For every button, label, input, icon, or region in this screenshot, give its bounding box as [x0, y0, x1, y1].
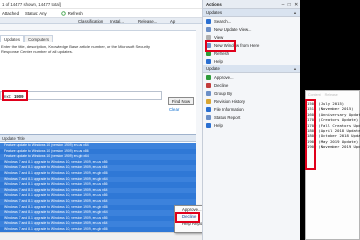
file-icon [206, 106, 211, 112]
group-icon [206, 90, 211, 96]
column-classification[interactable]: Classification [78, 19, 103, 24]
maximize-button[interactable]: □ [288, 2, 291, 8]
history-icon [206, 98, 211, 104]
search-results: Update Title Feature update to Windows 1… [0, 134, 196, 240]
action-label: Status Report [214, 114, 241, 120]
action-search[interactable]: Search... [203, 17, 300, 25]
new-view-icon [206, 26, 211, 32]
help-icon [206, 58, 211, 64]
highlight-search-field [2, 90, 28, 101]
action-label: Revision History [214, 98, 246, 104]
close-button[interactable]: ✕ [294, 2, 298, 8]
column-release[interactable]: Release... [138, 19, 157, 24]
section-updates-label: Updates [206, 10, 223, 15]
decline-icon [206, 82, 211, 88]
action-decline[interactable]: Decline [203, 81, 300, 89]
action-label: Help [214, 122, 223, 128]
action-new-update-view[interactable]: New Update View... [203, 25, 300, 33]
action-label: Decline [214, 82, 229, 88]
action-file-information[interactable]: File Information [203, 105, 300, 113]
report-icon [206, 114, 211, 120]
screenshot-stage: 1 of 14477 shown, 14477 total] Attached … [0, 0, 360, 240]
tab-computers[interactable]: Computers [24, 35, 54, 42]
results-header[interactable]: Update Title [0, 135, 196, 142]
action-approve[interactable]: Approve... [203, 73, 300, 81]
popup-header-content: Content [308, 93, 321, 97]
column-approval[interactable]: Ap [170, 19, 175, 24]
highlight-search-action [205, 40, 236, 52]
window-title: 1 of 14477 shown, 14477 total] [0, 0, 202, 9]
section-update-label: Update [206, 66, 220, 71]
window-controls: – □ ✕ [280, 0, 300, 9]
search-instructions: Enter the title, description, Knowledge … [1, 44, 150, 54]
action-label: View [214, 34, 224, 40]
action-revision-history[interactable]: Revision History [203, 97, 300, 105]
view-icon [206, 34, 211, 40]
refresh-label: Refresh [67, 10, 83, 16]
column-installed[interactable]: Instal... [110, 19, 124, 24]
action-label: Approve... [214, 74, 234, 80]
clear-link[interactable]: Clear [169, 107, 179, 112]
tab-updates[interactable]: Updates [0, 35, 25, 42]
actions-section-update[interactable]: Update ▴ [203, 65, 300, 73]
action-status-report[interactable]: Status Report [203, 113, 300, 121]
column-header-row: Classification Instal... Release... Ap [0, 18, 202, 24]
action-label: Group By [214, 90, 233, 96]
search-icon [206, 18, 211, 24]
minimize-button[interactable]: – [282, 2, 285, 8]
action-label: File Information [214, 106, 244, 112]
find-now-button[interactable]: Find Now [168, 97, 194, 105]
highlight-context-decline [175, 212, 200, 223]
actions-section-updates[interactable]: Updates ▴ [203, 9, 300, 17]
version-name: (November 2019 Update) [318, 144, 360, 150]
highlight-version-codes [305, 99, 316, 170]
actions-pane: Actions Updates ▴ Search... New Update Vi… [202, 0, 300, 240]
collapse-caret-icon[interactable]: ▴ [294, 9, 296, 17]
collapse-caret-icon[interactable]: ▴ [294, 65, 296, 73]
wsus-console: 1 of 14477 shown, 14477 total] Attached … [0, 0, 202, 240]
update-actions-list: Approve... Decline Group By Revision Histor… [203, 73, 300, 129]
popup-header: Content Release [306, 91, 359, 99]
status-filter[interactable]: Status: Any [25, 11, 47, 16]
refresh-icon [61, 10, 66, 16]
toolbar: Attached Status: Any Refresh [0, 9, 202, 18]
action-help[interactable]: Help [203, 57, 300, 65]
action-label: Help [214, 58, 223, 64]
results-list: Feature update to Windows 10 (version 19… [0, 143, 196, 239]
help-icon [206, 122, 211, 128]
action-group-by[interactable]: Group By [203, 89, 300, 97]
popup-header-release: Release [324, 93, 338, 97]
back-label[interactable]: Attached [2, 11, 19, 16]
action-label: New Update View... [214, 26, 252, 32]
action-help[interactable]: Help [203, 121, 300, 129]
status-bar [0, 232, 202, 240]
approve-icon [206, 74, 211, 80]
refresh-button[interactable]: Refresh [61, 11, 83, 16]
search-tabs: Updates Computers [0, 35, 54, 42]
action-label: Search... [214, 18, 232, 24]
